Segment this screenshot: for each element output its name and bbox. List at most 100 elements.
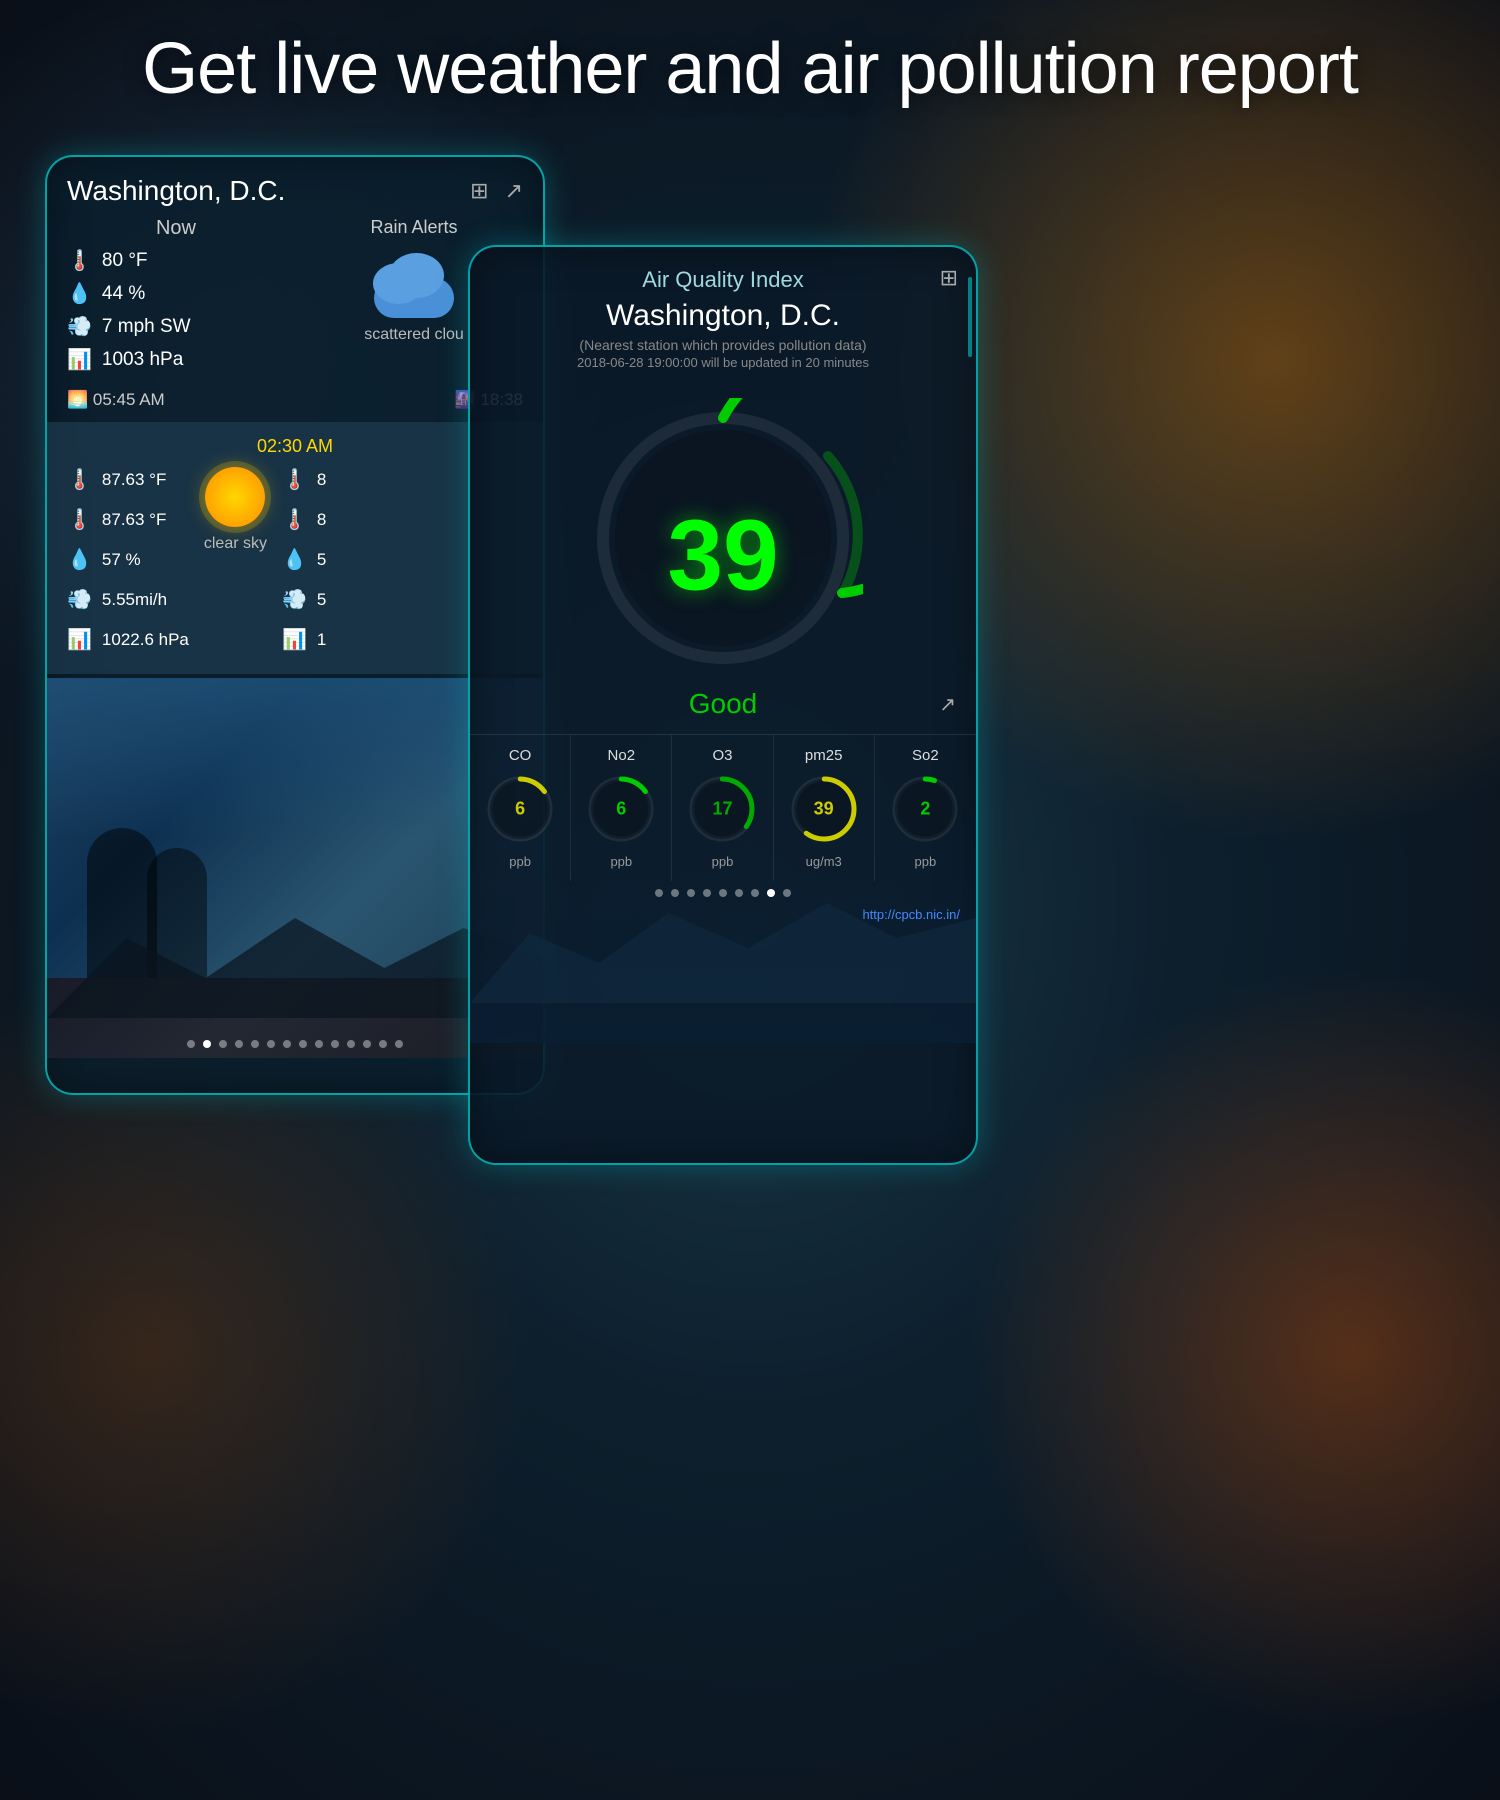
aqi-dot-7[interactable] [751,889,759,897]
forecast-right-col: 🌡️ 8 🌡️ 8 💧 5 💨 5 📊 1 [282,467,326,660]
forecast-humidity: 57 % [102,550,141,570]
pollutants-grid: CO 6 ppb No2 6 ppb O [470,734,976,881]
aqi-dot-4[interactable] [703,889,711,897]
aqi-dots-row [470,881,976,905]
pollutant-unit-no2: ppb [610,854,632,869]
pollutant-name-so2: So2 [912,747,939,764]
aqi-grid-icon[interactable] [940,265,958,290]
grid-icon[interactable] [470,178,488,204]
pressure-icon: 📊 [67,347,92,372]
aqi-dot-6[interactable] [735,889,743,897]
forecast-pressure: 1022.6 hPa [102,630,189,650]
pollutant-unit-so2: ppb [915,854,937,869]
now-label: Now [67,217,285,240]
share-icon[interactable]: ↗ [505,178,523,204]
pollutant-unit-o3: ppb [712,854,734,869]
aqi-header: Air Quality Index Washington, D.C. (Near… [470,247,976,378]
pollutant-name-no2: No2 [608,747,636,764]
weather-header: Washington, D.C. ↗ [47,157,543,217]
dot-1[interactable] [187,1040,195,1048]
aqi-value: 39 [667,499,778,614]
pollutant-name-o3: O3 [712,747,732,764]
pollutant-value-pm25: 39 [814,799,834,820]
pressure-value: 1003 hPa [102,349,183,371]
humidity-row: 💧 44 % [67,281,285,306]
mini-gauge-pm25: 39 [789,774,859,844]
sun-icon [205,467,265,527]
pollutant-name-pm25: pm25 [805,747,843,764]
rain-alerts-label: Rain Alerts [305,217,523,238]
pollutant-value-so2: 2 [920,799,930,820]
f-r3: 5 [317,550,326,570]
pollutant-no2: No2 6 ppb [571,735,672,881]
pollutant-o3: O3 17 ppb [672,735,773,881]
f-r1: 8 [317,470,326,490]
aqi-dot-3[interactable] [687,889,695,897]
temperature-value: 80 °F [102,250,148,272]
aqi-share-button[interactable]: ↗ [939,692,956,717]
mini-gauge-o3: 17 [687,774,757,844]
aqi-dot-2[interactable] [671,889,679,897]
mini-gauge-co: 6 [485,774,555,844]
pollutant-name-co: CO [509,747,532,764]
pollutant-value-no2: 6 [616,799,626,820]
good-row: Good ↗ [470,688,976,734]
aqi-dot-1[interactable] [655,889,663,897]
weather-city: Washington, D.C. [67,175,285,207]
now-section: Now 🌡️ 80 °F 💧 44 % 💨 7 mph SW 📊 1003 hP… [67,217,285,380]
pollutant-so2: So2 2 ppb [875,735,976,881]
aqi-city: Washington, D.C. [490,299,956,333]
aqi-dot-9[interactable] [783,889,791,897]
aqi-source-link[interactable]: http://cpcb.nic.in/ [470,905,976,930]
pollutant-pm25: pm25 39 ug/m3 [774,735,875,881]
thermometer-icon: 🌡️ [67,248,92,273]
wind-row: 💨 7 mph SW [67,314,285,339]
f-r4: 5 [317,590,326,610]
pressure-row: 📊 1003 hPa [67,347,285,372]
forecast-temp-min: 87.63 °F [102,510,166,530]
aqi-datetime: 2018-06-28 19:00:00 will be updated in 2… [490,355,956,370]
f-r5: 1 [317,630,326,650]
dot-7[interactable] [283,1040,291,1048]
cloud-icon [364,248,464,318]
forecast-wind: 5.55mi/h [102,590,167,610]
sunrise-value: 🌅 05:45 AM [67,390,165,410]
forecast-center: clear sky [189,467,282,553]
aqi-dot-8[interactable] [767,889,775,897]
mini-gauge-so2: 2 [890,774,960,844]
forecast-temp-max: 87.63 °F [102,470,166,490]
aqi-dot-5[interactable] [719,889,727,897]
dot-13[interactable] [379,1040,387,1048]
dot-4[interactable] [235,1040,243,1048]
pollutant-value-co: 6 [515,799,525,820]
dot-6[interactable] [267,1040,275,1048]
headline: Get live weather and air pollution repor… [0,28,1500,110]
dot-2[interactable] [203,1040,211,1048]
dot-11[interactable] [347,1040,355,1048]
pollutant-unit-co: ppb [509,854,531,869]
dot-3[interactable] [219,1040,227,1048]
aqi-gauge: 39 [470,378,976,688]
aqi-subtitle: (Nearest station which provides pollutio… [490,337,956,353]
wind-icon: 💨 [67,314,92,339]
pollutant-value-o3: 17 [712,799,732,820]
aqi-card: Air Quality Index Washington, D.C. (Near… [468,245,978,1165]
dot-8[interactable] [299,1040,307,1048]
dot-14[interactable] [395,1040,403,1048]
clear-sky-label: clear sky [204,535,267,553]
dot-10[interactable] [331,1040,339,1048]
pollutant-co: CO 6 ppb [470,735,571,881]
aqi-title: Air Quality Index [490,267,956,293]
aqi-status-label: Good [689,688,758,720]
wind-value: 7 mph SW [102,316,191,338]
f-r2: 8 [317,510,326,530]
temperature-row: 🌡️ 80 °F [67,248,285,273]
dot-12[interactable] [363,1040,371,1048]
dot-5[interactable] [251,1040,259,1048]
humidity-value: 44 % [102,283,145,305]
humidity-icon: 💧 [67,281,92,306]
forecast-left-col: 🌡️ 87.63 °F 🌡️ 87.63 °F 💧 57 % 💨 5.55mi/… [67,467,189,660]
pollutant-unit-pm25: ug/m3 [806,854,842,869]
mini-gauge-no2: 6 [586,774,656,844]
dot-9[interactable] [315,1040,323,1048]
